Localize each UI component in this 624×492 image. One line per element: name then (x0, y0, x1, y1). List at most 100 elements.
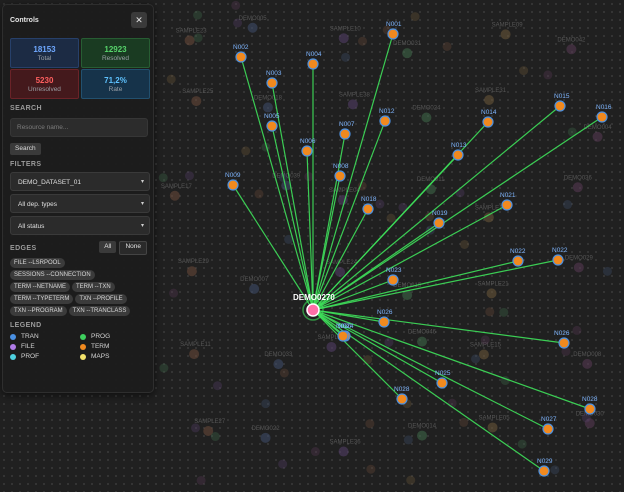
graph-node-label: N021 (500, 192, 516, 199)
background-node-label: SAMPLE29 (178, 259, 210, 265)
graph-node[interactable] (596, 111, 608, 123)
graph-node[interactable] (266, 120, 278, 132)
background-node (484, 95, 495, 106)
graph-node[interactable] (387, 28, 399, 40)
legend-label: TERM (91, 343, 110, 350)
background-node (310, 447, 320, 457)
background-node (499, 307, 509, 317)
graph-node-label: N005 (264, 113, 280, 120)
graph-node[interactable] (301, 145, 313, 157)
graph-node[interactable] (554, 100, 566, 112)
graph-node-label: N003 (266, 70, 282, 77)
background-node (363, 355, 373, 365)
edge-chip[interactable]: TXN --PROGRAM (10, 306, 67, 316)
close-icon: ✕ (135, 15, 143, 25)
graph-node[interactable] (396, 393, 408, 405)
graph-node[interactable] (227, 179, 239, 191)
graph-node[interactable] (452, 149, 464, 161)
background-node-label: DEMO033 (264, 352, 293, 358)
edges-all-button[interactable]: All (99, 241, 117, 253)
graph-node[interactable] (266, 77, 278, 89)
graph-node[interactable] (235, 51, 247, 63)
background-node-label: DEMO004 (584, 125, 613, 131)
status-select[interactable]: All status ▾ (10, 216, 150, 235)
background-node-label: SAMPLE05 (479, 415, 511, 421)
edge-chip[interactable]: TERM --TXN (72, 282, 115, 292)
legend-dot-icon (10, 343, 16, 350)
filters-heading: FILTERS (10, 161, 42, 168)
background-node (262, 102, 273, 113)
background-node (550, 465, 560, 475)
search-button[interactable]: Search (10, 143, 41, 155)
background-node (193, 10, 203, 20)
graph-node[interactable] (307, 58, 319, 70)
stat-resolved: 12923 Resolved (81, 38, 150, 68)
edge-chip[interactable]: TERM --NETNAME (10, 282, 70, 292)
background-node (384, 337, 394, 347)
edges-none-button[interactable]: None (119, 241, 147, 255)
background-node (190, 423, 200, 433)
background-node-label: DEMO029 (565, 255, 594, 261)
background-node (455, 188, 465, 198)
center-node[interactable] (306, 303, 320, 317)
graph-node[interactable] (542, 423, 554, 435)
background-node-label: DEMO024 (412, 105, 441, 111)
edge-chip[interactable]: TERM --TYPETERM (10, 294, 74, 304)
legend-label: FILE (21, 343, 35, 350)
graph-node[interactable] (501, 199, 513, 211)
legend-item-term: TERM (80, 343, 150, 350)
dependency-type-select[interactable]: All dep. types ▾ (10, 194, 150, 213)
graph-nodes[interactable]: N001 N002 N003 N004 N005 N006 N007 N008 N009 N012… (225, 21, 612, 477)
background-node-label: DEMO022 (252, 426, 281, 432)
graph-node[interactable] (334, 170, 346, 182)
graph-node[interactable] (558, 337, 570, 349)
chevron-down-icon: ▾ (140, 201, 144, 207)
graph-node[interactable] (482, 116, 494, 128)
graph-node-label: N013 (451, 142, 467, 149)
graph-node[interactable] (339, 128, 351, 140)
background-node (602, 266, 612, 276)
background-node (460, 239, 470, 249)
background-node (335, 267, 346, 278)
edge-type-chips: FILE --LSRPOOL SESSIONS --CONNECTION TER… (10, 258, 150, 316)
graph-node[interactable] (436, 377, 448, 389)
background-node (184, 35, 195, 46)
edge-chip[interactable]: TXN --PROFILE (75, 294, 127, 304)
graph-node[interactable] (584, 403, 596, 415)
background-node (338, 446, 349, 457)
graph-node-label: N028 (394, 386, 410, 393)
legend-dot-icon (10, 333, 16, 340)
edge-chip[interactable]: FILE --LSRPOOL (10, 258, 65, 268)
graph-node[interactable] (538, 465, 550, 477)
background-node (566, 44, 577, 55)
graph-node-label: N026 (554, 330, 570, 337)
background-node-label: SAMPLE17 (161, 184, 193, 190)
search-input[interactable] (10, 118, 148, 137)
graph-node[interactable] (379, 115, 391, 127)
background-node (572, 325, 582, 335)
background-node (486, 288, 497, 299)
edges-toggle-group: All None (99, 241, 147, 255)
graph-node-label: N008 (333, 163, 349, 170)
background-node-label: DEMO036 (564, 175, 593, 181)
close-button[interactable]: ✕ (131, 12, 147, 28)
edge-chip[interactable]: SESSIONS --CONNECTION (10, 270, 95, 280)
graph-node-label: N012 (379, 108, 395, 115)
background-node (402, 48, 413, 59)
edge-chip[interactable]: TXN --TRANCLASS (68, 306, 131, 316)
graph-node[interactable] (552, 254, 564, 266)
graph-node[interactable] (337, 330, 349, 342)
graph-node[interactable] (512, 255, 524, 267)
dataset-select[interactable]: DEMO_DATASET_01 ▾ (10, 172, 150, 191)
background-node (573, 262, 584, 273)
background-node (158, 173, 168, 183)
graph-node[interactable] (362, 203, 374, 215)
background-node (478, 349, 489, 360)
graph-node[interactable] (378, 316, 390, 328)
background-node (241, 146, 251, 156)
stat-resolved-value: 12923 (104, 44, 127, 54)
graph-edges (232, 33, 603, 472)
background-node-label: SAMPLE04 (329, 188, 361, 194)
graph-node[interactable] (433, 217, 445, 229)
graph-node[interactable] (387, 274, 399, 286)
